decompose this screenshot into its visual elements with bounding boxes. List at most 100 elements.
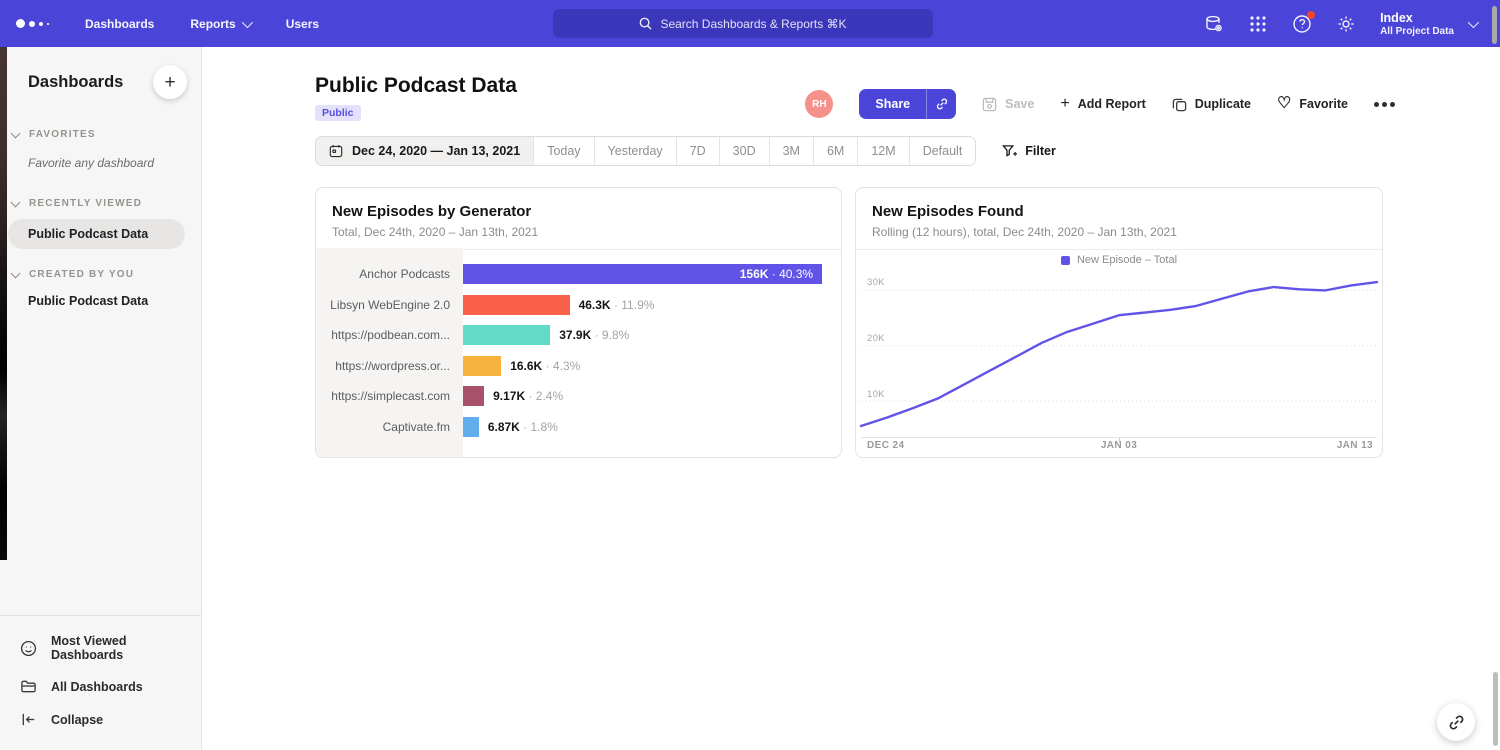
y-tick-label: 30K <box>867 277 885 288</box>
y-tick-label: 20K <box>867 333 885 344</box>
more-options-button[interactable] <box>1374 102 1395 107</box>
sidebar-section-header[interactable]: FAVORITES <box>0 123 201 146</box>
x-tick-label: JAN 13 <box>1337 440 1373 451</box>
preset-12m[interactable]: 12M <box>857 137 908 165</box>
filter-funnel-icon <box>1002 144 1017 159</box>
sidebar-sections: FAVORITESFavorite any dashboard RECENTLY … <box>0 123 201 316</box>
workspace-subtitle: All Project Data <box>1380 26 1454 37</box>
help-icon[interactable] <box>1292 14 1312 34</box>
bar-chart-title: New Episodes by Generator <box>332 203 825 220</box>
preset-30d[interactable]: 30D <box>719 137 769 165</box>
line-chart-subtitle: Rolling (12 hours), total, Dec 24th, 202… <box>872 225 1366 239</box>
bar-row: https://simplecast.com9.17K · 2.4% <box>316 381 841 412</box>
footer-item-most-viewed-dashboards[interactable]: Most Viewed Dashboards <box>0 626 201 670</box>
footer-item-label: Collapse <box>51 713 103 727</box>
bar-category-label: https://simplecast.com <box>316 389 463 403</box>
preset-default[interactable]: Default <box>909 137 976 165</box>
sidebar-item-public-podcast-data[interactable]: Public Podcast Data <box>0 286 201 316</box>
preset-3m[interactable]: 3M <box>769 137 813 165</box>
footer-item-all-dashboards[interactable]: All Dashboards <box>0 670 201 703</box>
footer-item-collapse[interactable]: Collapse <box>0 703 201 736</box>
heart-icon: ♡ <box>1277 96 1291 112</box>
bar-category-label: Libsyn WebEngine 2.0 <box>316 298 463 312</box>
background-window-sliver <box>0 0 7 560</box>
bar-value-label: 16.6K · 4.3% <box>510 359 580 373</box>
bar-fill <box>463 356 501 376</box>
bar-value-label: 46.3K · 11.9% <box>579 298 655 312</box>
bar-category-label: Captivate.fm <box>316 420 463 434</box>
bar-chart-rows: Anchor Podcasts156K · 40.3%Libsyn WebEng… <box>316 259 841 442</box>
search-input[interactable]: Search Dashboards & Reports ⌘K <box>553 9 933 38</box>
sidebar-empty-hint: Favorite any dashboard <box>0 146 201 178</box>
top-navbar: Dashboards Reports Users Search Dashboar… <box>0 0 1500 47</box>
add-dashboard-button[interactable]: + <box>153 65 187 99</box>
sidebar-item-public-podcast-data[interactable]: Public Podcast Data <box>8 219 185 249</box>
avatar[interactable]: RH <box>805 90 833 118</box>
line-series <box>861 282 1377 426</box>
chevron-down-icon <box>11 268 21 278</box>
share-button-group: Share <box>859 89 956 119</box>
legend-label: New Episode – Total <box>1077 254 1177 266</box>
bar-fill <box>463 386 484 406</box>
link-icon <box>935 97 949 111</box>
duplicate-button[interactable]: Duplicate <box>1172 97 1251 112</box>
main-content: Public Podcast Data Public RH Share Save… <box>202 47 1500 750</box>
calendar-icon <box>329 144 343 158</box>
scrollbar-thumb[interactable] <box>1492 6 1497 44</box>
nav-item-users[interactable]: Users <box>286 17 319 31</box>
bar-value-label: 156K · 40.3% <box>740 267 813 281</box>
ellipsis-icon <box>1374 102 1395 107</box>
data-source-icon[interactable] <box>1204 14 1224 34</box>
floating-share-link-button[interactable] <box>1437 703 1475 741</box>
settings-gear-icon[interactable] <box>1336 14 1356 34</box>
add-report-button[interactable]: + Add Report <box>1060 96 1145 112</box>
bar-value-label: 37.9K · 9.8% <box>559 328 629 342</box>
line-plot-area: 10K 20K 30K <box>861 271 1377 438</box>
visibility-badge: Public <box>315 105 361 121</box>
link-icon <box>1448 714 1465 731</box>
share-button[interactable]: Share <box>859 89 926 119</box>
plus-icon: + <box>1060 96 1069 112</box>
line-chart-card: New Episodes Found Rolling (12 hours), t… <box>855 187 1383 458</box>
sidebar-section-label: RECENTLY VIEWED <box>29 198 142 209</box>
smiley-icon <box>20 640 37 657</box>
workspace-switcher[interactable]: Index All Project Data <box>1380 10 1476 37</box>
scrollbar-thumb[interactable] <box>1493 672 1498 746</box>
bar-row: https://wordpress.or... 16.6K · 4.3% <box>316 351 841 382</box>
y-tick-label: 10K <box>867 389 885 400</box>
chart-legend: New Episode – Total <box>856 254 1382 266</box>
nav-item-dashboards[interactable]: Dashboards <box>85 17 154 31</box>
action-bar: RH Share Save + Add Report Duplicate ♡ F… <box>805 89 1395 119</box>
preset-6m[interactable]: 6M <box>813 137 857 165</box>
save-icon <box>982 97 997 112</box>
x-tick-label: DEC 24 <box>867 440 904 451</box>
search-icon <box>639 17 652 30</box>
copy-link-button[interactable] <box>926 89 956 119</box>
bar-fill <box>463 417 479 437</box>
sidebar-footer: Most Viewed Dashboards All Dashboards Coll… <box>0 615 201 750</box>
bar-row: Libsyn WebEngine 2.0 46.3K · 11.9% <box>316 290 841 321</box>
bar-row: https://podbean.com... 37.9K · 9.8% <box>316 320 841 351</box>
chevron-down-icon <box>241 16 252 27</box>
save-button[interactable]: Save <box>982 97 1034 112</box>
sidebar-section-label: CREATED BY YOU <box>29 269 134 280</box>
sidebar-section-header[interactable]: RECENTLY VIEWED <box>0 192 201 215</box>
legend-swatch <box>1061 256 1070 265</box>
date-range-picker[interactable]: Dec 24, 2020 — Jan 13, 2021 <box>316 137 533 165</box>
sidebar-section-header[interactable]: CREATED BY YOU <box>0 263 201 286</box>
folder-icon <box>20 678 37 695</box>
favorite-button[interactable]: ♡ Favorite <box>1277 96 1348 112</box>
preset-7d[interactable]: 7D <box>676 137 719 165</box>
chevron-down-icon <box>11 197 21 207</box>
nav-item-reports[interactable]: Reports <box>190 17 249 31</box>
footer-item-label: All Dashboards <box>51 680 143 694</box>
date-toolbar: Dec 24, 2020 — Jan 13, 2021 TodayYesterd… <box>315 136 1056 166</box>
bar-row: Captivate.fm6.87K · 1.8% <box>316 412 841 443</box>
preset-today[interactable]: Today <box>533 137 593 165</box>
preset-yesterday[interactable]: Yesterday <box>594 137 676 165</box>
brand-logo-icon[interactable] <box>16 19 49 28</box>
bar-category-label: https://wordpress.or... <box>316 359 463 373</box>
filter-button[interactable]: Filter <box>1002 144 1056 159</box>
bar-category-label: https://podbean.com... <box>316 328 463 342</box>
apps-grid-icon[interactable] <box>1248 14 1268 34</box>
